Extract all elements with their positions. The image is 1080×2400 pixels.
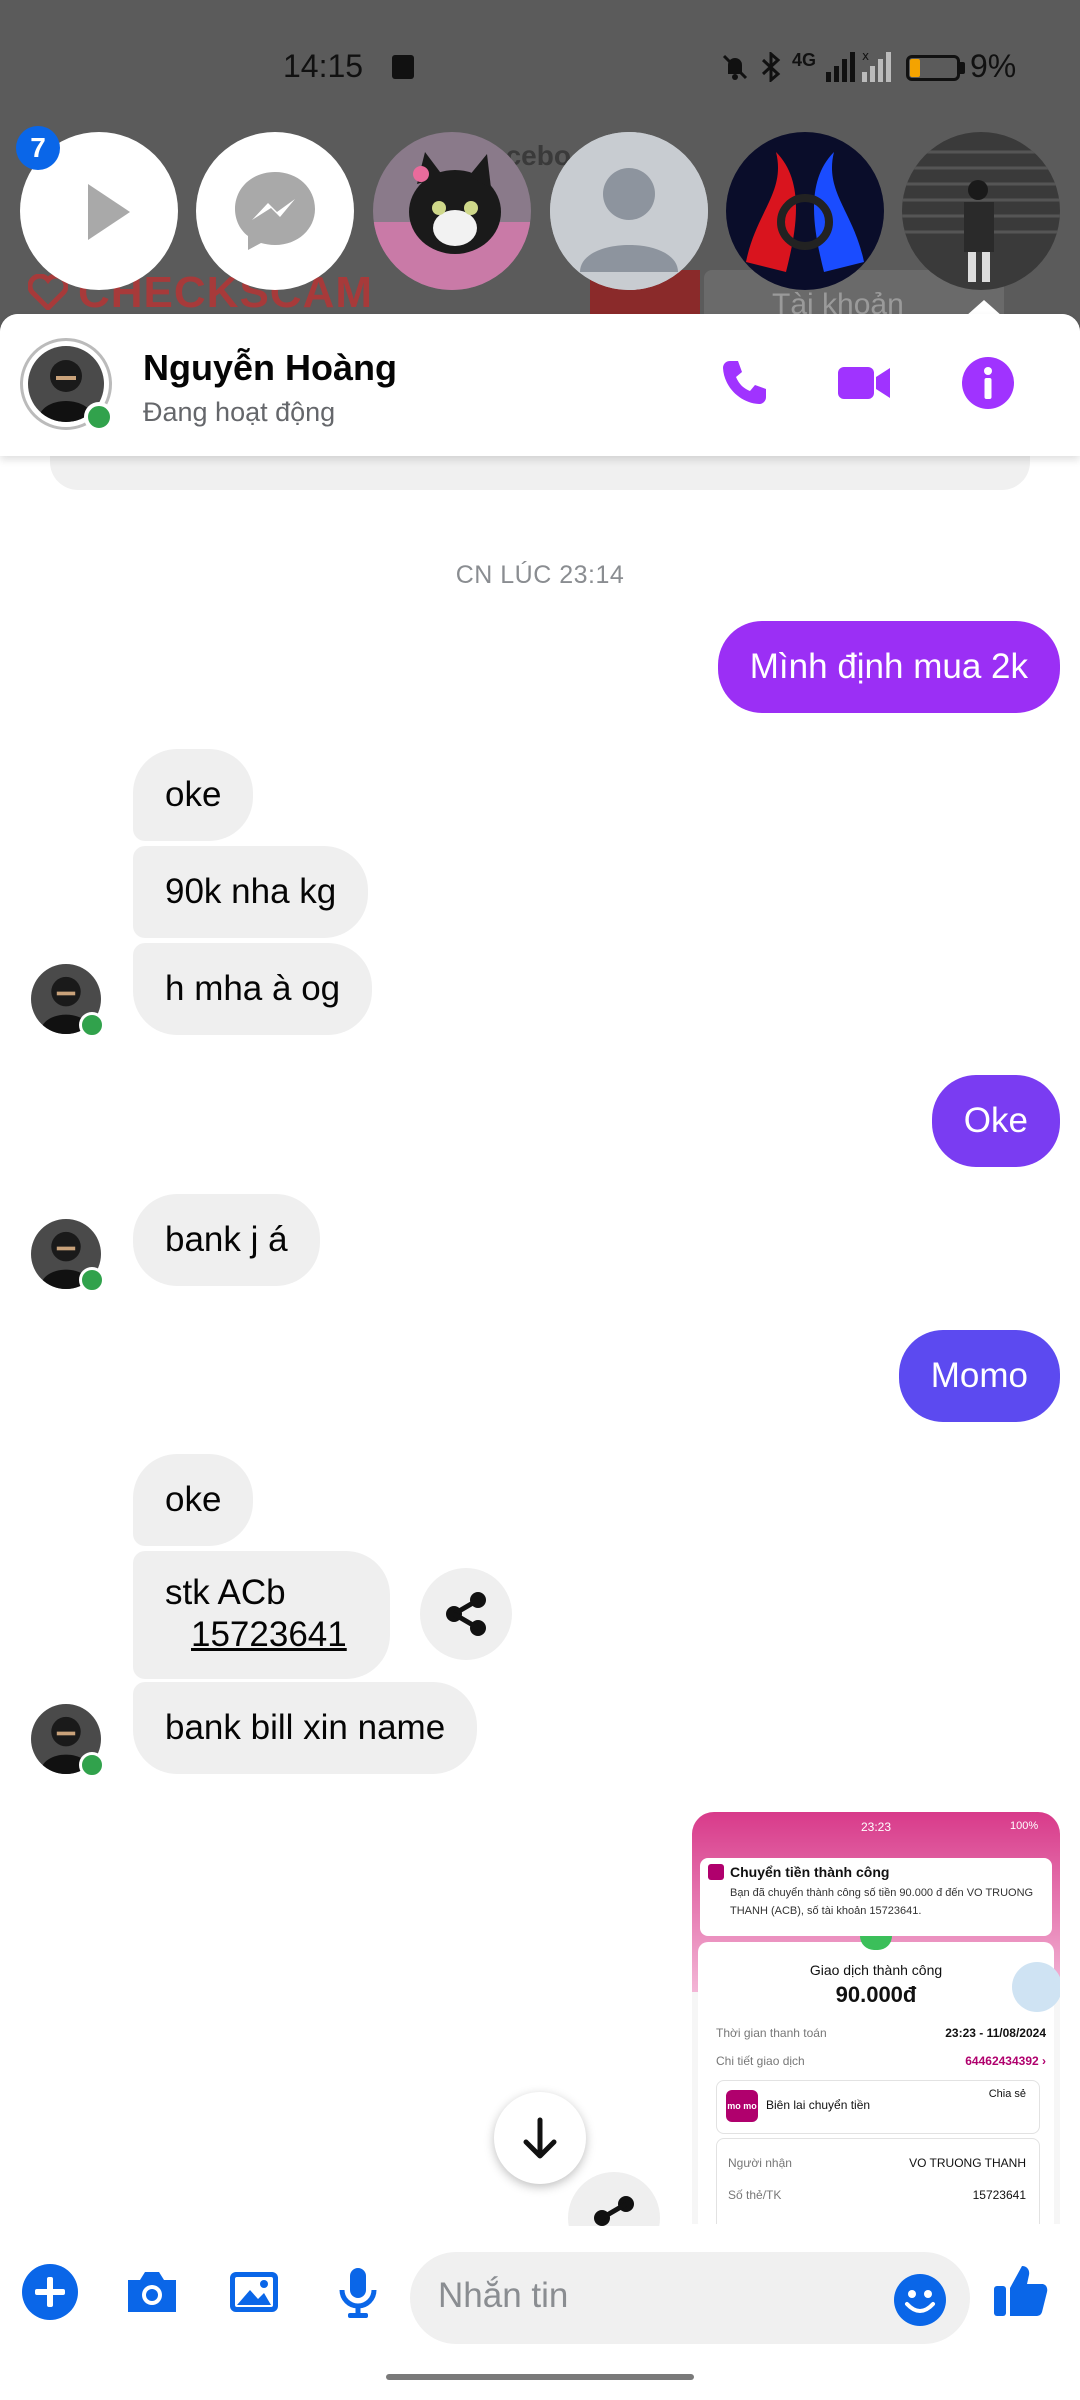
receipt-row1-value: 23:23 - 11/08/2024 bbox=[945, 2026, 1046, 2040]
receipt-amount: 90.000đ bbox=[835, 1982, 917, 2007]
receipt-status-time: 23:23 bbox=[860, 1820, 892, 1834]
plus-icon[interactable] bbox=[20, 2262, 80, 2322]
video-call-icon[interactable] bbox=[836, 355, 892, 411]
receipt-row1-label: Thời gian thanh toán bbox=[716, 2026, 827, 2040]
svg-text:x: x bbox=[862, 50, 869, 63]
online-indicator bbox=[79, 1752, 105, 1778]
incoming-message[interactable]: bank bill xin name bbox=[133, 1682, 478, 1774]
contact-name[interactable]: Nguyễn Hoàng bbox=[143, 347, 397, 389]
battery-cap bbox=[960, 62, 965, 74]
incoming-message-account[interactable]: stk ACb 15723641 bbox=[133, 1551, 390, 1679]
bluetooth-icon bbox=[761, 52, 781, 82]
camera-icon[interactable] bbox=[122, 2262, 182, 2322]
momo-logo: mo mo bbox=[726, 2090, 758, 2122]
receipt-row2-value: 64462434392 › bbox=[965, 2054, 1046, 2068]
share-button[interactable] bbox=[420, 1568, 512, 1660]
receipt-status-battery: 100% bbox=[1010, 1820, 1039, 1832]
network-type: 4G bbox=[792, 50, 817, 70]
default-avatar-icon bbox=[550, 132, 708, 290]
receipt-notif-title: Chuyển tiền thành công bbox=[730, 1864, 890, 1880]
chat-head-person-photo[interactable] bbox=[902, 132, 1060, 290]
receipt-image-attachment[interactable]: 23:23 100% Chuyển tiền thành công Bạn đã… bbox=[692, 1812, 1060, 2224]
incoming-message[interactable]: oke bbox=[133, 749, 254, 841]
receipt-row2-label: Chi tiết giao dịch bbox=[716, 2054, 805, 2068]
chat-head-messenger[interactable] bbox=[196, 132, 354, 290]
outgoing-message[interactable]: Momo bbox=[898, 1330, 1060, 1422]
previous-message-bubble bbox=[50, 456, 1030, 490]
person-photo bbox=[902, 132, 1060, 290]
outgoing-message[interactable]: Oke bbox=[931, 1075, 1060, 1167]
message-input-placeholder: Nhắn tin bbox=[438, 2276, 569, 2315]
signal-icon-1 bbox=[826, 52, 855, 82]
receipt-details-box bbox=[716, 2138, 1040, 2224]
thumbs-up-icon[interactable] bbox=[990, 2260, 1052, 2322]
receipt-row3-value: VO TRUONG THANH bbox=[909, 2156, 1026, 2170]
red-blue-logo bbox=[726, 132, 884, 290]
receipt-row3-label: Người nhận bbox=[728, 2156, 792, 2170]
conversation-timestamp: CN LÚC 23:14 bbox=[455, 561, 625, 589]
chat-head-red-blue-logo[interactable] bbox=[726, 132, 884, 290]
receipt-title: Biên lai chuyển tiền bbox=[766, 2098, 871, 2112]
incoming-message[interactable]: h mha à og bbox=[133, 943, 373, 1035]
mute-bell-icon bbox=[722, 54, 748, 80]
notification-badge: 7 bbox=[16, 126, 60, 170]
outgoing-message[interactable]: Mình định mua 2k bbox=[717, 621, 1060, 713]
arrow-down-icon bbox=[523, 2117, 557, 2159]
online-indicator bbox=[79, 1012, 105, 1038]
microphone-icon[interactable] bbox=[328, 2262, 388, 2322]
shopping-bag-icon bbox=[392, 55, 414, 79]
incoming-message[interactable]: oke bbox=[133, 1454, 254, 1546]
gallery-icon[interactable] bbox=[224, 2262, 284, 2322]
battery-level bbox=[910, 59, 920, 77]
online-indicator bbox=[79, 1267, 105, 1293]
battery-percentage: 9% bbox=[970, 48, 1017, 84]
info-icon[interactable] bbox=[960, 355, 1016, 411]
incoming-message[interactable]: 90k nha kg bbox=[133, 846, 369, 938]
incoming-message[interactable]: bank j á bbox=[133, 1194, 320, 1286]
status-time: 14:15 bbox=[283, 48, 364, 84]
account-number-link[interactable]: 15723641 bbox=[191, 1615, 347, 1655]
receipt-result-label: Giao dịch thành công bbox=[809, 1962, 943, 1978]
chat-head-default-avatar[interactable] bbox=[550, 132, 708, 290]
phone-icon[interactable] bbox=[716, 355, 772, 411]
home-indicator bbox=[386, 2374, 694, 2380]
cat-photo bbox=[373, 132, 531, 290]
share-icon bbox=[446, 1592, 486, 1636]
messenger-icon bbox=[235, 172, 315, 250]
receipt-notif-body: Bạn đã chuyển thành công số tiền 90.000 … bbox=[730, 1887, 1034, 1917]
receipt-row4-value: 15723641 bbox=[972, 2188, 1026, 2202]
signal-icon-2: x bbox=[862, 50, 891, 82]
online-indicator bbox=[84, 402, 114, 432]
recipient-avatar bbox=[1012, 1962, 1060, 2012]
contact-status: Đang hoạt động bbox=[143, 397, 336, 427]
receipt-row4-label: Số thẻ/TK bbox=[728, 2188, 782, 2202]
emoji-icon[interactable] bbox=[892, 2272, 948, 2328]
account-label: stk ACb bbox=[165, 1573, 286, 1612]
momo-app-icon bbox=[708, 1864, 724, 1880]
scroll-to-bottom-button[interactable] bbox=[494, 2092, 586, 2184]
receipt-share-label: Chia sẻ bbox=[988, 2088, 1026, 2100]
chat-head-cat-photo[interactable] bbox=[373, 132, 531, 290]
